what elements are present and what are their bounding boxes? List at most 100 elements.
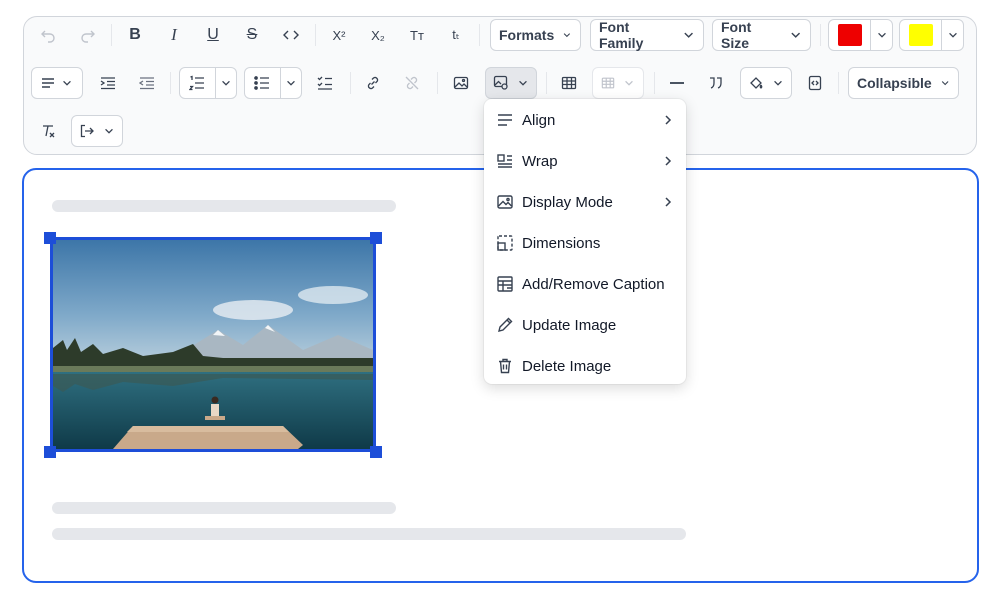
font-family-dropdown[interactable]: Font Family — [590, 19, 704, 51]
image-settings-icon — [493, 75, 508, 90]
menu-item-delete-image[interactable]: Delete Image — [484, 347, 686, 385]
underline-button[interactable]: U — [201, 19, 225, 51]
collapsible-label: Collapsible — [857, 75, 932, 91]
clear-style-dropdown[interactable] — [740, 67, 792, 99]
text-color-button[interactable] — [829, 20, 870, 50]
embed-icon — [808, 75, 822, 91]
image-icon — [453, 76, 469, 90]
lowercase-button[interactable]: tₜ — [444, 19, 468, 51]
menu-item-label: Align — [522, 111, 556, 129]
undo-icon — [41, 30, 55, 43]
export-dropdown[interactable] — [71, 115, 123, 147]
menu-item-display-mode[interactable]: Display Mode — [484, 183, 686, 221]
outdent-button[interactable] — [135, 67, 159, 99]
bold-icon: B — [129, 26, 141, 43]
align-dropdown[interactable] — [31, 67, 83, 99]
indent-button[interactable] — [96, 67, 120, 99]
menu-item-label: Wrap — [522, 152, 558, 170]
highlight-color-button[interactable] — [900, 20, 941, 50]
chevron-right-icon — [665, 115, 672, 125]
uppercase-icon: Tт — [410, 27, 424, 43]
subscript-button[interactable]: X₂ — [366, 19, 390, 51]
menu-item-label: Add/Remove Caption — [522, 275, 665, 293]
font-family-label: Font Family — [599, 19, 644, 51]
checklist-button[interactable] — [313, 67, 337, 99]
redo-button[interactable] — [76, 19, 100, 51]
blockquote-button[interactable] — [704, 67, 728, 99]
formats-label: Formats — [499, 27, 555, 43]
menu-item-label: Delete Image — [522, 357, 612, 375]
menu-item-label: Update Image — [522, 316, 617, 334]
align-icon — [498, 114, 512, 126]
code-icon — [283, 30, 299, 40]
resize-handle-bottom-left[interactable] — [44, 446, 56, 458]
resize-handle-top-right[interactable] — [370, 232, 382, 244]
chevron-right-icon — [665, 156, 672, 166]
embed-button[interactable] — [803, 67, 827, 99]
align-left-icon — [42, 78, 54, 88]
bold-button[interactable]: B — [123, 19, 147, 51]
chevron-down-icon — [519, 80, 527, 86]
menu-item-wrap[interactable]: Wrap — [484, 142, 686, 180]
underline-icon: U — [207, 26, 219, 43]
chevron-down-icon — [105, 128, 113, 134]
superscript-button[interactable]: X² — [327, 19, 351, 51]
unlink-button[interactable] — [400, 67, 424, 99]
insert-image-button[interactable] — [449, 67, 473, 99]
menu-item-align[interactable]: Align — [484, 101, 686, 139]
ordered-list-split[interactable] — [179, 67, 237, 99]
insert-table-button[interactable] — [557, 67, 581, 99]
resize-handle-bottom-right[interactable] — [370, 446, 382, 458]
strikethrough-button[interactable]: S — [240, 19, 264, 51]
bullet-list-button[interactable] — [245, 68, 280, 98]
uppercase-button[interactable]: Tт — [405, 19, 429, 51]
table-options-dropdown[interactable] — [592, 67, 644, 99]
chevron-down-icon — [63, 80, 71, 86]
formats-dropdown[interactable]: Formats — [490, 19, 581, 51]
highlight-color-picker[interactable] — [899, 19, 964, 51]
chevron-down-icon — [286, 80, 295, 86]
horizontal-rule-icon — [670, 82, 684, 84]
menu-item-dimensions[interactable]: Dimensions — [484, 224, 686, 262]
code-button[interactable] — [279, 19, 303, 51]
chevron-down-icon — [774, 80, 782, 86]
highlight-color-dropdown[interactable] — [941, 20, 963, 50]
ordered-list-button[interactable] — [180, 68, 215, 98]
chevron-down-icon — [625, 80, 633, 86]
table-icon — [601, 77, 615, 89]
text-color-dropdown[interactable] — [870, 20, 892, 50]
collapsible-dropdown[interactable]: Collapsible — [848, 67, 959, 99]
bullet-list-dropdown[interactable] — [279, 68, 301, 98]
pencil-icon — [498, 317, 513, 332]
text-color-picker[interactable] — [828, 19, 893, 51]
indent-icon — [100, 77, 115, 90]
font-size-label: Font Size — [721, 19, 752, 51]
chevron-down-icon — [684, 32, 693, 38]
wrap-icon — [497, 154, 512, 168]
italic-button[interactable]: I — [162, 19, 186, 51]
export-icon — [80, 124, 94, 138]
placeholder-text-line — [52, 200, 396, 212]
resize-handle-top-left[interactable] — [44, 232, 56, 244]
lake-photo — [53, 240, 373, 449]
font-size-dropdown[interactable]: Font Size — [712, 19, 811, 51]
chevron-down-icon — [790, 32, 800, 38]
undo-button[interactable] — [36, 19, 60, 51]
quote-icon — [710, 77, 722, 89]
caption-icon — [497, 276, 513, 292]
selected-image[interactable] — [50, 237, 376, 452]
text-color-swatch — [837, 24, 862, 46]
outdent-icon — [139, 77, 154, 90]
link-button[interactable] — [361, 67, 385, 99]
image-options-dropdown[interactable] — [485, 67, 537, 99]
ordered-list-dropdown[interactable] — [214, 68, 236, 98]
menu-item-label: Display Mode — [522, 193, 613, 211]
checklist-icon — [317, 76, 332, 90]
chevron-down-icon — [563, 33, 571, 38]
menu-item-add-remove-caption[interactable]: Add/Remove Caption — [484, 265, 686, 303]
menu-item-update-image[interactable]: Update Image — [484, 306, 686, 344]
clear-formatting-button[interactable] — [36, 115, 60, 147]
lowercase-icon: tₜ — [452, 27, 460, 42]
horizontal-rule-button[interactable] — [665, 67, 689, 99]
bullet-list-split[interactable] — [244, 67, 302, 99]
